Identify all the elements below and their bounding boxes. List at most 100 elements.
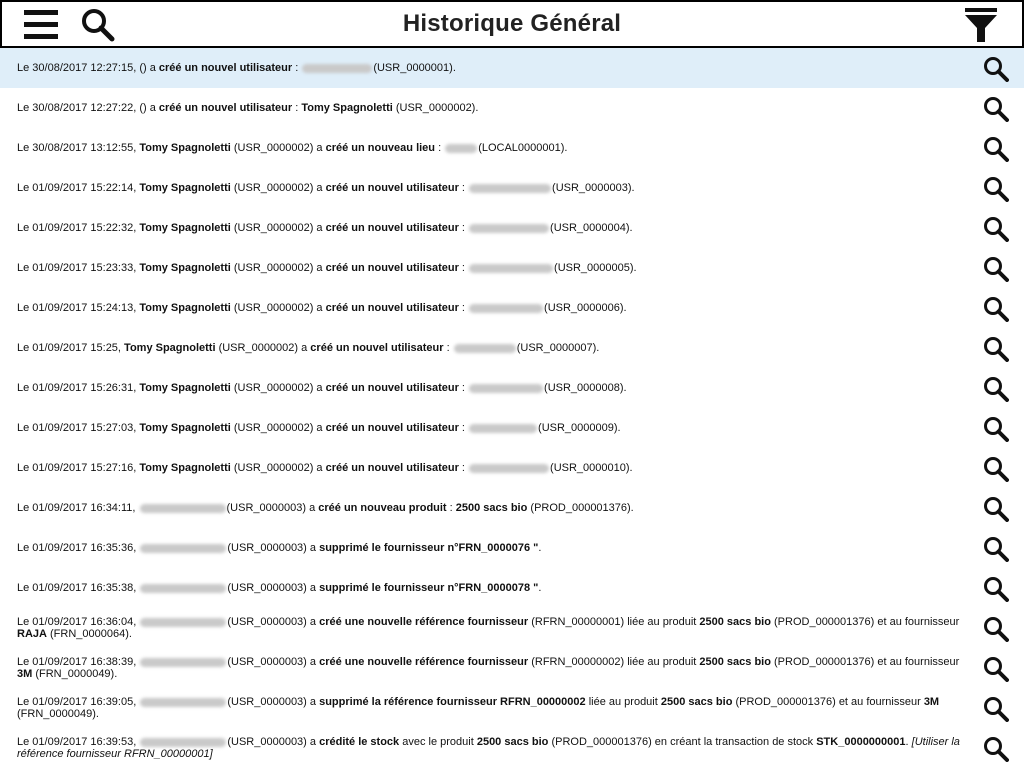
history-entry-text: Le 01/09/2017 15:27:16, Tomy Spagnoletti… [17, 462, 633, 474]
entry-text: (RFRN_00000002) liée au produit [528, 656, 700, 668]
redacted-name [469, 463, 550, 473]
entry-text: (USR_0000003) a [227, 616, 320, 628]
entry-text: (LOCAL0000001). [478, 142, 568, 154]
history-entry-text: Le 01/09/2017 15:23:33, Tomy Spagnoletti… [17, 262, 637, 274]
history-row[interactable]: Le 01/09/2017 15:22:32, Tomy Spagnoletti… [0, 208, 1024, 248]
magnifier-icon[interactable] [983, 336, 1009, 365]
redacted-name [140, 737, 227, 747]
entry-text: (USR_0000002) a [215, 342, 311, 354]
magnifier-icon[interactable] [983, 376, 1009, 405]
entry-emphasis: créé un nouvel utilisateur [325, 302, 459, 314]
magnifier-icon[interactable] [983, 736, 1009, 765]
entry-text: Le 30/08/2017 12:27:22, () a [17, 102, 159, 114]
entry-text: (PROD_000001376) et au fournisseur [770, 656, 960, 668]
magnifier-icon[interactable] [983, 176, 1009, 205]
history-entry-text: Le 01/09/2017 15:24:13, Tomy Spagnoletti… [17, 302, 627, 314]
redacted-name [140, 543, 227, 553]
magnifier-icon[interactable] [983, 536, 1009, 565]
history-list: Le 30/08/2017 12:27:15, () a créé un nou… [0, 48, 1024, 768]
page-title: Historique Général [402, 10, 622, 37]
magnifier-icon[interactable] [983, 496, 1009, 525]
entry-text: Le 01/09/2017 16:39:05, [17, 696, 140, 708]
entry-emphasis: créé un nouvel utilisateur [325, 462, 459, 474]
magnifier-icon[interactable] [983, 256, 1009, 285]
magnifier-icon[interactable] [983, 296, 1009, 325]
entry-text: (USR_0000009). [538, 422, 621, 434]
entry-emphasis: Tomy Spagnoletti [124, 342, 216, 354]
redacted-name [469, 303, 544, 313]
entry-emphasis: Tomy Spagnoletti [139, 222, 231, 234]
history-row[interactable]: Le 01/09/2017 16:39:05, (USR_0000003) a … [0, 688, 1024, 728]
entry-text: Le 01/09/2017 16:35:38, [17, 582, 140, 594]
entry-text: (USR_0000002) a [230, 422, 326, 434]
history-entry-text: Le 01/09/2017 16:36:04, (USR_0000003) a … [17, 616, 960, 640]
history-row[interactable]: Le 01/09/2017 15:26:31, Tomy Spagnoletti… [0, 368, 1024, 408]
magnifier-icon[interactable] [983, 96, 1009, 125]
redacted-name [469, 223, 550, 233]
magnifier-icon[interactable] [983, 656, 1009, 685]
entry-text: (USR_0000003) a [227, 696, 320, 708]
redacted-name [469, 383, 544, 393]
magnifier-icon[interactable] [983, 576, 1009, 605]
history-row[interactable]: Le 01/09/2017 15:23:33, Tomy Spagnoletti… [0, 248, 1024, 288]
entry-emphasis: créé un nouvel utilisateur [325, 422, 459, 434]
entry-text: (USR_0000008). [544, 382, 627, 394]
filter-icon[interactable] [964, 6, 998, 49]
history-row[interactable]: Le 01/09/2017 16:34:11, (USR_0000003) a … [0, 488, 1024, 528]
entry-text: : [458, 262, 469, 274]
entry-text: : [458, 182, 469, 194]
history-row[interactable]: Le 30/08/2017 13:12:55, Tomy Spagnoletti… [0, 128, 1024, 168]
entry-text: : [446, 502, 456, 514]
entry-text: (USR_0000003) a [226, 502, 319, 514]
entry-emphasis: 2500 sacs bio [660, 696, 733, 708]
history-row[interactable]: Le 01/09/2017 16:38:39, (USR_0000003) a … [0, 648, 1024, 688]
entry-emphasis: créé une nouvelle référence fournisseur [319, 656, 529, 668]
app-header: Historique Général [0, 0, 1024, 48]
entry-text: Le 01/09/2017 15:23:33, [17, 262, 140, 274]
entry-text: . [538, 582, 542, 594]
entry-text: Le 30/08/2017 12:27:15, () a [17, 62, 159, 74]
history-row[interactable]: Le 01/09/2017 15:24:13, Tomy Spagnoletti… [0, 288, 1024, 328]
magnifier-icon[interactable] [983, 216, 1009, 245]
history-entry-text: Le 30/08/2017 12:27:15, () a créé un nou… [17, 62, 456, 74]
entry-text: (USR_0000002) a [230, 182, 326, 194]
history-row[interactable]: Le 01/09/2017 16:39:53, (USR_0000003) a … [0, 728, 1024, 768]
entry-text: (USR_0000001). [373, 62, 456, 74]
redacted-name [140, 583, 227, 593]
history-row[interactable]: Le 01/09/2017 15:27:03, Tomy Spagnoletti… [0, 408, 1024, 448]
entry-text: Le 01/09/2017 16:36:04, [17, 616, 140, 628]
history-row[interactable]: Le 30/08/2017 12:27:15, () a créé un nou… [0, 48, 1024, 88]
history-row[interactable]: Le 01/09/2017 15:22:14, Tomy Spagnoletti… [0, 168, 1024, 208]
history-entry-text: Le 30/08/2017 12:27:22, () a créé un nou… [17, 102, 478, 114]
entry-emphasis: Tomy Spagnoletti [301, 102, 393, 114]
entry-text: (PROD_000001376) en créant la transactio… [548, 736, 817, 748]
entry-emphasis: 3M [17, 668, 33, 680]
history-row[interactable]: Le 30/08/2017 12:27:22, () a créé un nou… [0, 88, 1024, 128]
magnifier-icon[interactable] [983, 616, 1009, 645]
magnifier-icon[interactable] [983, 696, 1009, 725]
magnifier-icon[interactable] [983, 456, 1009, 485]
entry-emphasis: créé une nouvelle référence fournisseur [319, 616, 529, 628]
entry-text: (USR_0000006). [544, 302, 627, 314]
history-row[interactable]: Le 01/09/2017 15:25, Tomy Spagnoletti (U… [0, 328, 1024, 368]
magnifier-icon[interactable] [983, 416, 1009, 445]
entry-text: (FRN_0000049). [32, 668, 118, 680]
entry-text: (USR_0000002) a [230, 142, 326, 154]
entry-text: (USR_0000002) a [230, 302, 326, 314]
entry-emphasis: Tomy Spagnoletti [139, 142, 231, 154]
entry-emphasis: créé un nouvel utilisateur [325, 182, 459, 194]
entry-text: (PROD_000001376) et au fournisseur [732, 696, 924, 708]
redacted-name [139, 503, 226, 513]
magnifier-icon[interactable] [983, 56, 1009, 85]
entry-text: (USR_0000002). [392, 102, 479, 114]
entry-text: Le 01/09/2017 15:24:13, [17, 302, 140, 314]
entry-text: : [292, 62, 302, 74]
history-row[interactable]: Le 01/09/2017 16:35:38, (USR_0000003) a … [0, 568, 1024, 608]
entry-text: (USR_0000002) a [230, 382, 326, 394]
history-row[interactable]: Le 01/09/2017 15:27:16, Tomy Spagnoletti… [0, 448, 1024, 488]
entry-emphasis: créé un nouveau lieu [325, 142, 436, 154]
history-row[interactable]: Le 01/09/2017 16:35:36, (USR_0000003) a … [0, 528, 1024, 568]
history-row[interactable]: Le 01/09/2017 16:36:04, (USR_0000003) a … [0, 608, 1024, 648]
redacted-name [453, 343, 516, 353]
magnifier-icon[interactable] [983, 136, 1009, 165]
